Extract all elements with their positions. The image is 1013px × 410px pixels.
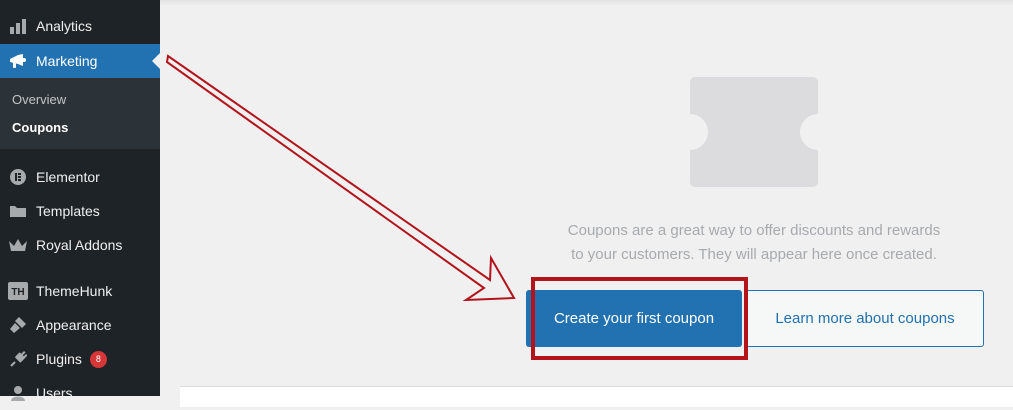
create-first-coupon-button[interactable]: Create your first coupon: [526, 290, 742, 347]
sidebar-item-label: Royal Addons: [36, 237, 123, 253]
submenu-item-coupons[interactable]: Coupons: [12, 120, 68, 135]
plug-icon: [8, 349, 28, 369]
megaphone-icon: [8, 51, 28, 71]
submenu-item-overview[interactable]: Overview: [12, 92, 66, 107]
empty-state-description: Coupons are a great way to offer discoun…: [520, 219, 988, 267]
sidebar-item-templates[interactable]: Templates: [0, 194, 160, 228]
crown-icon: [8, 235, 28, 255]
learn-more-coupons-button[interactable]: Learn more about coupons: [746, 290, 984, 347]
folder-icon: [8, 201, 28, 221]
update-count-badge: 8: [89, 350, 107, 368]
sidebar-item-label: Appearance: [36, 317, 112, 333]
header-shadow: [160, 0, 1013, 6]
empty-state-line-1: Coupons are a great way to offer discoun…: [567, 222, 941, 239]
sidebar-item-label: ThemeHunk: [36, 283, 113, 299]
bar-chart-icon: [8, 16, 28, 36]
sidebar-item-label: Templates: [36, 203, 100, 219]
sidebar-item-label: Elementor: [36, 169, 100, 185]
svg-text:TH: TH: [11, 287, 24, 298]
sidebar-item-analytics[interactable]: Analytics: [0, 9, 160, 43]
sidebar-item-marketing[interactable]: Marketing: [0, 44, 160, 78]
sidebar-item-label: Marketing: [36, 53, 98, 69]
sidebar-item-themehunk[interactable]: TH ThemeHunk: [0, 274, 160, 308]
themehunk-icon: TH: [8, 281, 28, 301]
coupon-placeholder-icon: [690, 77, 818, 192]
elementor-icon: [8, 167, 28, 187]
sidebar-item-label: Plugins: [36, 351, 82, 367]
users-icon: [8, 383, 28, 403]
sidebar-item-appearance[interactable]: Appearance: [0, 308, 160, 342]
empty-state-line-2: to your customers. They will appear here…: [571, 246, 937, 263]
marketing-submenu: Overview Coupons: [0, 78, 160, 149]
sidebar-item-plugins[interactable]: Plugins 8: [0, 342, 160, 376]
admin-sidebar: Analytics Marketing Overview Coupons Ele…: [0, 0, 160, 401]
sidebar-item-users[interactable]: Users: [0, 376, 160, 410]
paintbrush-icon: [8, 315, 28, 335]
content-card: [180, 386, 1013, 407]
sidebar-item-label: Users: [36, 385, 73, 401]
sidebar-item-label: Analytics: [36, 18, 93, 34]
sidebar-item-elementor[interactable]: Elementor: [0, 160, 160, 194]
sidebar-item-royal-addons[interactable]: Royal Addons: [0, 228, 160, 262]
active-indicator: [152, 53, 160, 69]
